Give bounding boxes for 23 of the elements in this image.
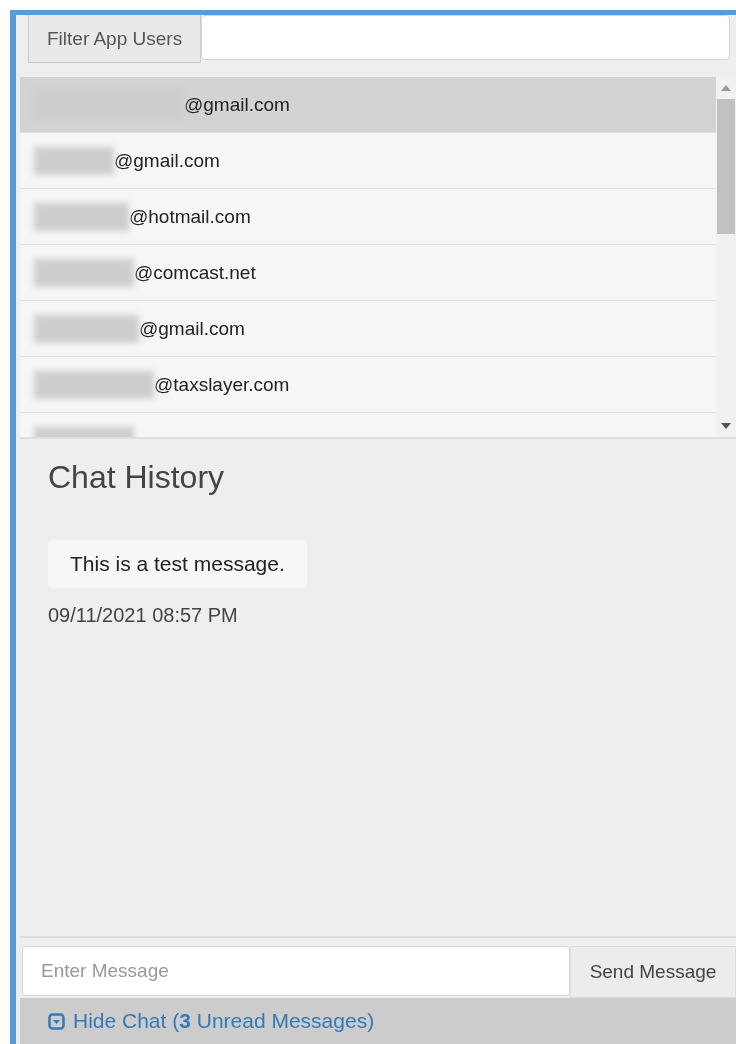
- chat-title: Chat History: [48, 459, 226, 496]
- user-row[interactable]: @gmail.com: [20, 77, 716, 133]
- user-email: @gmail.com: [139, 317, 245, 340]
- scroll-down-icon[interactable]: [721, 423, 731, 429]
- scroll-up-icon[interactable]: [721, 85, 731, 91]
- user-row[interactable]: @taxslayer.com: [20, 357, 716, 413]
- user-email: @gmail.com: [114, 149, 220, 172]
- filter-label: Filter App Users: [28, 15, 202, 63]
- message-time: 09/11/2021 08:57 PM: [48, 604, 239, 627]
- user-email: @gmail.com: [184, 93, 290, 116]
- collapse-icon[interactable]: [48, 1012, 65, 1030]
- send-button[interactable]: Send Message: [570, 946, 736, 998]
- filter-field[interactable]: [201, 15, 730, 60]
- message-field[interactable]: Enter Message: [22, 946, 570, 996]
- user-email: @taxslayer.com: [154, 373, 290, 396]
- user-row[interactable]: @gmail.com: [20, 301, 716, 357]
- message-bubble: This is a test message.: [48, 540, 307, 588]
- user-row[interactable]: @gmail.com: [20, 133, 716, 189]
- user-row[interactable]: @comcast.net: [20, 245, 716, 301]
- user-email: @comcast.net: [134, 261, 256, 284]
- user-row[interactable]: @hotmail.com: [20, 189, 716, 245]
- user-email: @hotmail.com: [129, 205, 251, 228]
- scroll-thumb[interactable]: [717, 99, 735, 234]
